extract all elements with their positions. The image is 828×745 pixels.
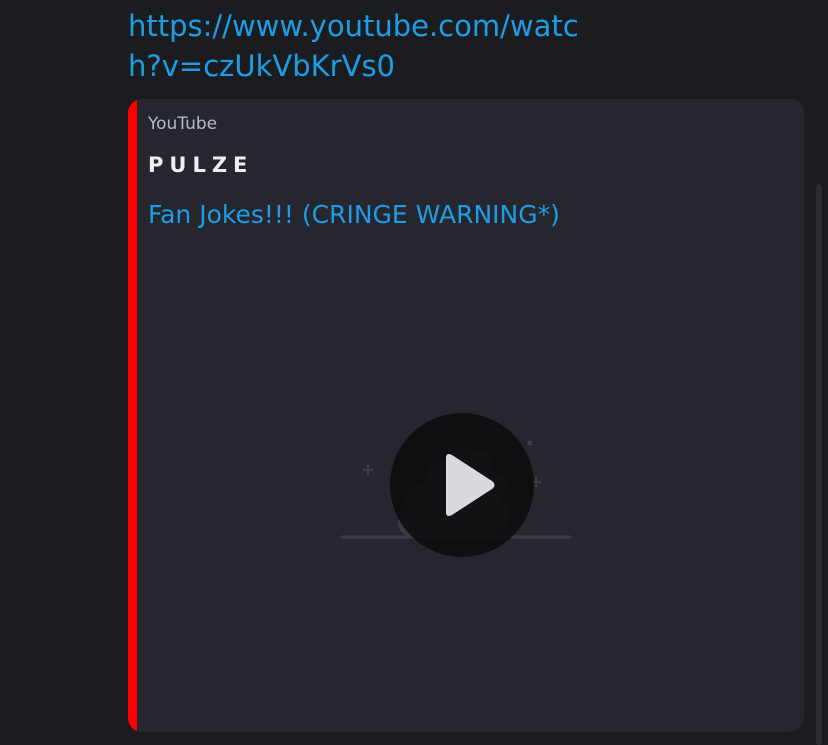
embed-provider[interactable]: YouTube: [148, 114, 217, 134]
scrollbar[interactable]: [816, 184, 822, 745]
embed-title[interactable]: Fan Jokes!!! (CRINGE WARNING*): [148, 200, 560, 229]
chat-area: https://www.youtube.com/watch?v=czUkVbKr…: [0, 0, 828, 745]
embed-author[interactable]: PULZE: [148, 153, 253, 177]
embed-accent-bar: [128, 99, 137, 732]
message-link[interactable]: https://www.youtube.com/watch?v=czUkVbKr…: [128, 6, 608, 86]
play-icon: [446, 454, 495, 516]
play-button[interactable]: [390, 413, 534, 557]
youtube-embed: YouTube PULZE Fan Jokes!!! (CRINGE WARNI…: [128, 99, 804, 732]
